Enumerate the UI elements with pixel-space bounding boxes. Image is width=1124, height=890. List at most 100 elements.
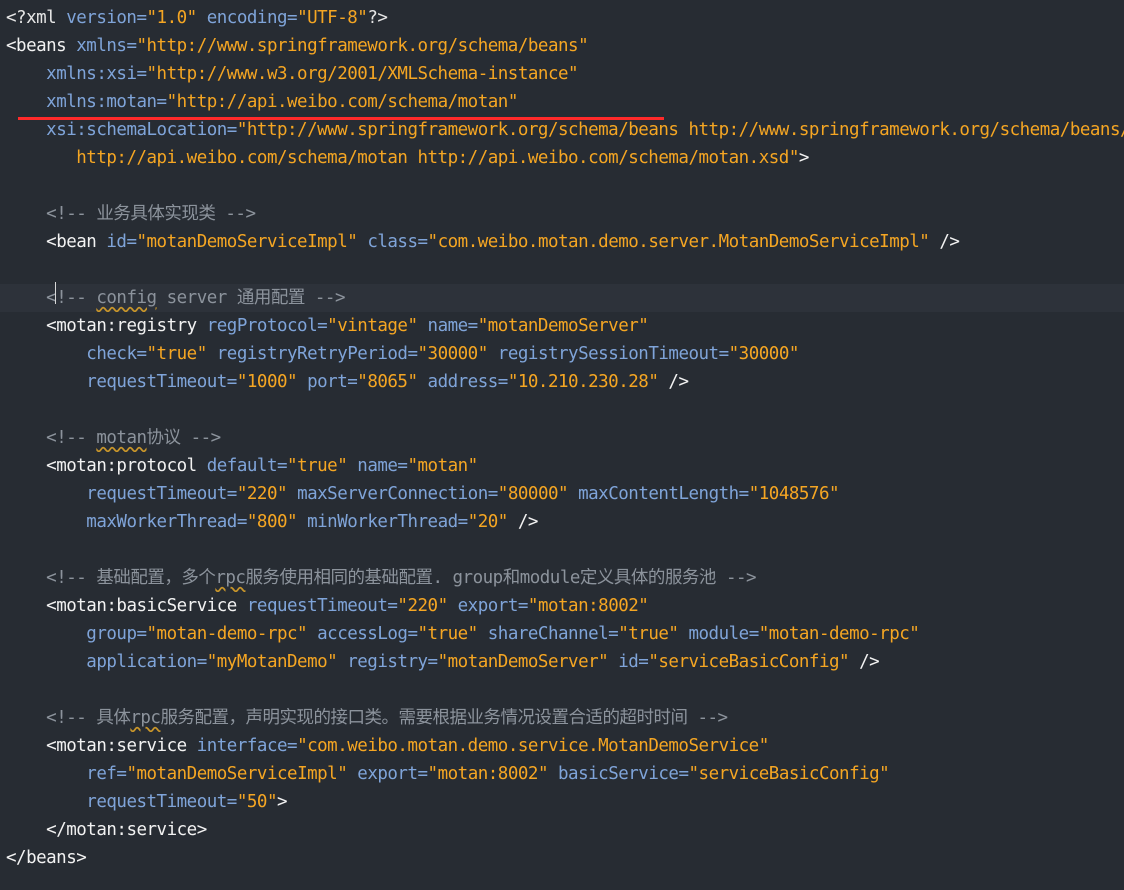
code-token: module= (678, 624, 759, 644)
code-token: /> (849, 652, 880, 672)
code-token: xsi:schemaLocation= (46, 120, 237, 140)
code-line[interactable]: <!-- motan协议 --> (0, 424, 1124, 452)
code-token: "10.210.230.28" (507, 372, 659, 392)
code-token: port= (297, 372, 358, 392)
code-token: "myMotanDemo" (206, 652, 338, 672)
code-line[interactable] (0, 396, 1124, 424)
code-token: </motan:service> (46, 820, 207, 840)
code-line[interactable]: check="true" registryRetryPeriod="30000"… (0, 340, 1124, 368)
code-token: "true" (287, 456, 348, 476)
code-token: requestTimeout= (86, 792, 237, 812)
code-token: "8065" (357, 372, 418, 392)
code-token: export= (347, 764, 428, 784)
code-line[interactable]: requestTimeout="1000" port="8065" addres… (0, 368, 1124, 396)
code-line[interactable]: <beans xmlns="http://www.springframework… (0, 32, 1124, 60)
code-line[interactable]: <!-- 业务具体实现类 --> (0, 200, 1124, 228)
code-token: "com.weibo.motan.demo.service.MotanDemoS… (297, 736, 769, 756)
code-line[interactable]: http://api.weibo.com/schema/motan http:/… (0, 144, 1124, 172)
code-line[interactable]: <motan:service interface="com.weibo.mota… (0, 732, 1124, 760)
code-line[interactable]: <motan:protocol default="true" name="mot… (0, 452, 1124, 480)
code-line[interactable]: </motan:service> (0, 816, 1124, 844)
code-editor[interactable]: <?xml version="1.0" encoding="UTF-8"?> <b… (0, 0, 1124, 890)
code-line[interactable]: group="motan-demo-rpc" accessLog="true" … (0, 620, 1124, 648)
code-token: "motan:8002" (427, 764, 549, 784)
code-line[interactable]: </beans> (0, 844, 1124, 872)
code-token: maxWorkerThread= (86, 512, 247, 532)
code-token: "http://www.w3.org/2001/XMLSchema-instan… (146, 64, 579, 84)
code-line[interactable] (0, 172, 1124, 200)
code-token: http://api.weibo.com/schema/motan http:/… (76, 148, 799, 168)
code-token: "1.0" (146, 8, 198, 28)
code-token: "1048576" (748, 484, 840, 504)
code-token: "motanDemoServer" (437, 652, 609, 672)
code-token: group= (86, 624, 147, 644)
code-line[interactable]: xmlns:motan="http://api.weibo.com/schema… (0, 88, 1124, 116)
code-line[interactable]: requestTimeout="220" maxServerConnection… (0, 480, 1124, 508)
code-line[interactable]: xsi:schemaLocation="http://www.springfra… (0, 116, 1124, 144)
code-line[interactable]: xmlns:xsi="http://www.w3.org/2001/XMLSch… (0, 60, 1124, 88)
code-token: registry= (337, 652, 438, 672)
code-token: application= (86, 652, 207, 672)
code-token: requestTimeout= (86, 484, 237, 504)
code-token: "http://api.weibo.com/schema/motan" (166, 92, 519, 112)
code-token: 协议 --> (146, 428, 222, 448)
code-token: "true" (417, 624, 479, 644)
code-token: check= (86, 344, 147, 364)
code-line[interactable]: maxWorkerThread="800" minWorkerThread="2… (0, 508, 1124, 536)
code-token: address= (417, 372, 509, 392)
code-token: <beans (6, 36, 77, 56)
code-token: xmlns:xsi= (46, 64, 147, 84)
code-token: regProtocol= (206, 316, 328, 336)
code-token: "motanDemoServer" (477, 316, 649, 336)
code-token: maxServerConnection= (287, 484, 498, 504)
code-line[interactable]: ref="motanDemoServiceImpl" export="motan… (0, 760, 1124, 788)
code-token: "220" (236, 484, 288, 504)
code-line[interactable]: requestTimeout="50"> (0, 788, 1124, 816)
code-token: > (798, 148, 810, 168)
code-line[interactable] (0, 536, 1124, 564)
code-token: "20" (467, 512, 509, 532)
code-line[interactable]: <bean id="motanDemoServiceImpl" class="c… (0, 228, 1124, 256)
code-line[interactable]: <motan:basicService requestTimeout="220"… (0, 592, 1124, 620)
code-token: <!-- 基础配置，多个 (46, 568, 216, 588)
code-line[interactable]: <?xml version="1.0" encoding="UTF-8"?> (0, 4, 1124, 32)
code-line[interactable]: <!-- config server 通用配置 --> (0, 284, 1124, 312)
code-token: config (96, 288, 157, 308)
code-token: registrySessionTimeout= (487, 344, 729, 364)
code-token: 服务使用相同的基础配置. group和module定义具体的服务池 --> (245, 568, 757, 588)
text-cursor (55, 282, 56, 304)
code-token: "http://www.springframework.org/schema/b… (236, 120, 1124, 140)
code-line[interactable]: <!-- 基础配置，多个rpc服务使用相同的基础配置. group和module… (0, 564, 1124, 592)
code-token: minWorkerThread= (297, 512, 468, 532)
code-line[interactable] (0, 256, 1124, 284)
code-token: "220" (397, 596, 448, 616)
code-line[interactable]: <motan:registry regProtocol="vintage" na… (0, 312, 1124, 340)
code-token: motan (96, 428, 147, 448)
code-token: "80000" (497, 484, 569, 504)
code-token: rpc (215, 568, 246, 588)
code-token: <motan:protocol (46, 456, 207, 476)
code-token: "motan-demo-rpc" (146, 624, 308, 644)
code-line[interactable] (0, 676, 1124, 704)
code-line[interactable]: <!-- 具体rpc服务配置，声明实现的接口类。需要根据业务情况设置合适的超时时… (0, 704, 1124, 732)
code-line[interactable]: application="myMotanDemo" registry="mota… (0, 648, 1124, 676)
code-token: "30000" (417, 344, 489, 364)
